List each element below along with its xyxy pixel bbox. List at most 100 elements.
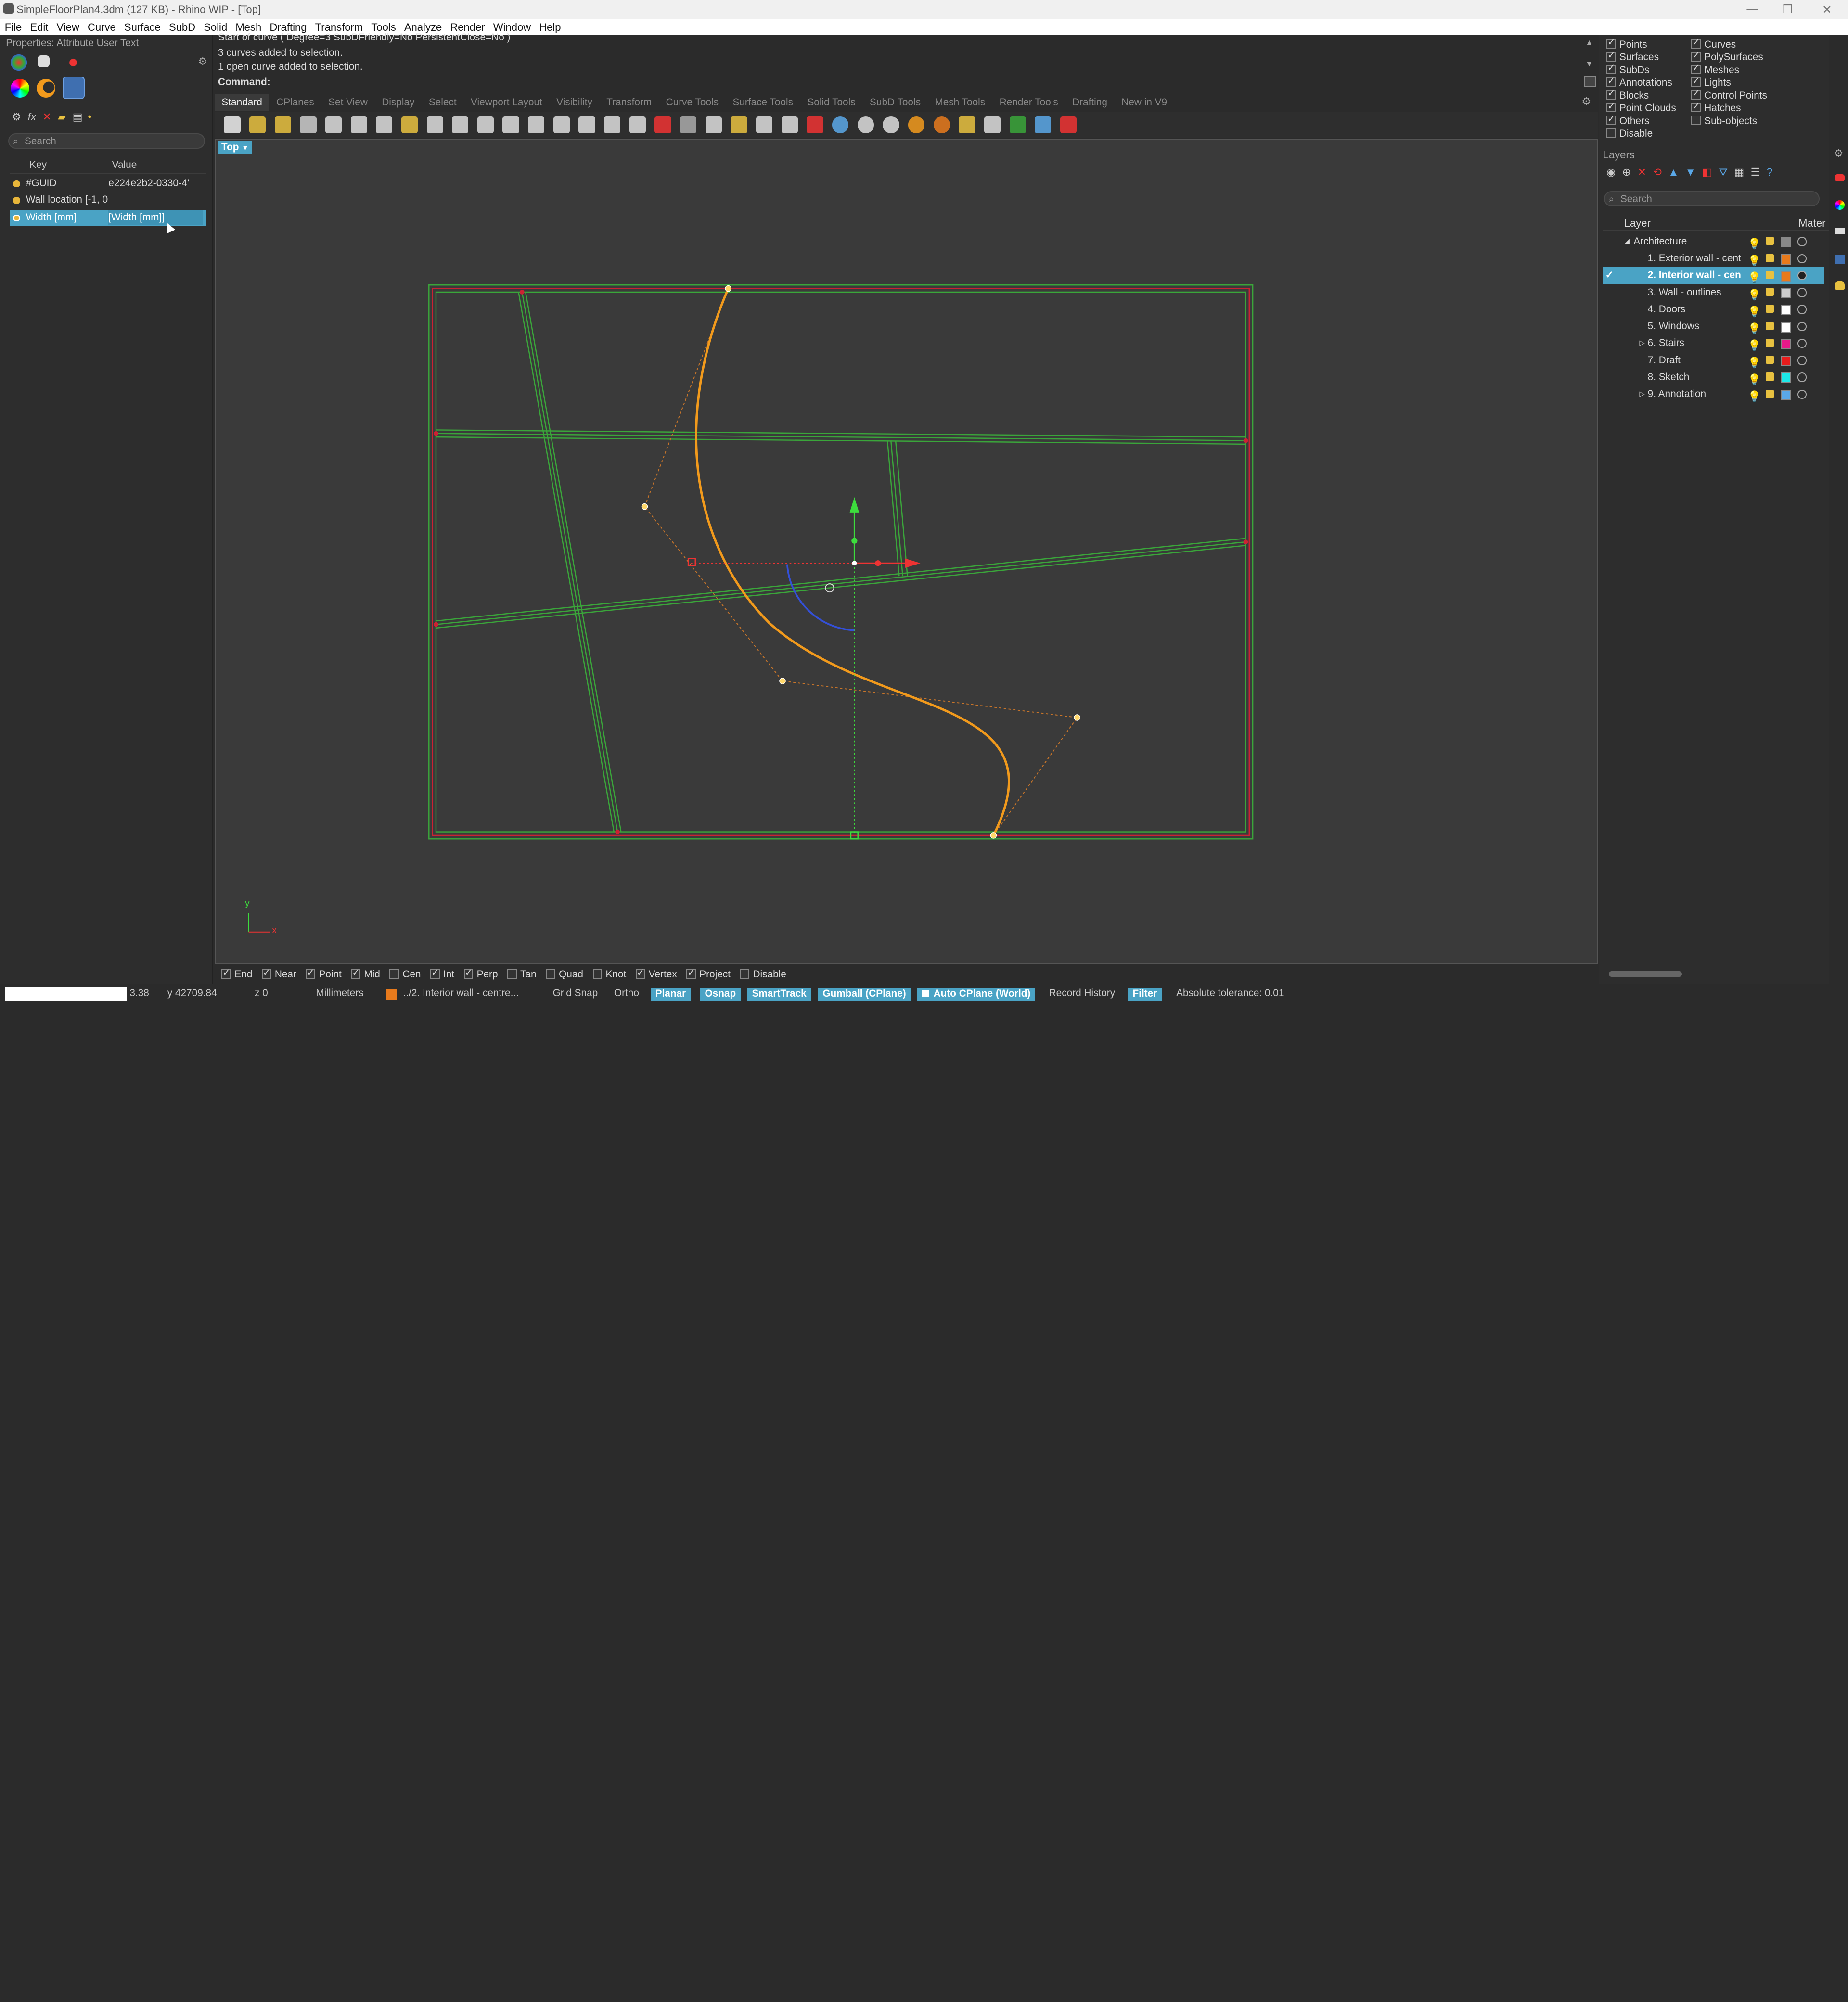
undo-icon[interactable] — [426, 116, 443, 133]
visibility-bulb-icon[interactable]: 💡 — [1748, 337, 1761, 354]
osnap-tan[interactable]: Tan — [500, 969, 537, 980]
visibility-bulb-icon[interactable]: 💡 — [1748, 270, 1761, 286]
units-field[interactable]: Millimeters — [316, 988, 363, 999]
checkbox-icon[interactable] — [306, 967, 316, 979]
render-tab-icon[interactable] — [64, 54, 81, 71]
checkbox-icon[interactable] — [1691, 116, 1701, 125]
auto-cplane-toggle[interactable]: Auto CPlane (World) — [917, 988, 1036, 1001]
history-scroll-up-icon[interactable]: ▲ — [1585, 38, 1593, 48]
tab-select[interactable]: Select — [422, 94, 463, 111]
expand-icon[interactable]: ◢ — [1624, 233, 1630, 250]
command-prompt[interactable]: Command: — [218, 77, 1573, 90]
notifications-icon[interactable] — [1835, 280, 1845, 290]
layer-color-swatch[interactable] — [1781, 389, 1792, 400]
menu-subd[interactable]: SubD — [164, 19, 199, 35]
material-circle-icon[interactable] — [1797, 288, 1807, 297]
column-layer[interactable]: Layer — [1624, 217, 1651, 230]
function-icon[interactable]: fx — [28, 111, 36, 123]
current-layer-check-icon[interactable]: ✓ — [1605, 267, 1614, 283]
menu-surface[interactable]: Surface — [119, 19, 164, 35]
grid-view-icon[interactable]: ▦ — [1734, 166, 1744, 178]
filter-subds[interactable]: SubDs — [1606, 62, 1649, 76]
tab-standard[interactable]: Standard — [214, 94, 270, 111]
layer-color-swatch[interactable] — [1781, 237, 1792, 248]
filter-control-points[interactable]: Control Points — [1691, 88, 1767, 102]
unlock-icon[interactable] — [1765, 305, 1774, 313]
filter-lights[interactable]: Lights — [1691, 75, 1731, 89]
filter-curves[interactable]: Curves — [1691, 37, 1736, 51]
visibility-bulb-icon[interactable]: 💡 — [1748, 355, 1761, 371]
row-value-editor[interactable]: [Width [mm]] — [108, 209, 203, 225]
named-views-icon[interactable] — [1835, 254, 1845, 264]
layer-color-swatch[interactable] — [1781, 338, 1792, 349]
car-icon[interactable] — [654, 116, 671, 133]
layer-color-swatch[interactable] — [1781, 356, 1792, 367]
delete-layer-icon[interactable]: ✕ — [1638, 166, 1646, 178]
filter-hatches[interactable]: Hatches — [1691, 101, 1741, 114]
osnap-disable[interactable]: Disable — [733, 969, 786, 980]
grid-snap-toggle[interactable]: Grid Snap — [553, 988, 598, 999]
menu-view[interactable]: View — [52, 19, 83, 35]
new-sublayer-icon[interactable]: ⊕ — [1622, 166, 1631, 178]
filter-polysurfaces[interactable]: PolySurfaces — [1691, 50, 1763, 63]
filter-sub-objects[interactable]: Sub-objects — [1691, 116, 1757, 127]
column-value[interactable]: Value — [112, 159, 137, 171]
tab-drafting[interactable]: Drafting — [1065, 94, 1114, 111]
rhino-icon[interactable] — [1060, 116, 1077, 133]
osnap-cen[interactable]: Cen — [383, 969, 421, 980]
osnap-point[interactable]: Point — [299, 967, 342, 980]
checkbox-icon[interactable] — [546, 969, 555, 979]
snap-point-icon[interactable] — [705, 116, 722, 133]
unlock-icon[interactable] — [1765, 356, 1774, 364]
filter-toggle[interactable]: Filter — [1128, 988, 1162, 1001]
new-layer-icon[interactable]: ◉ — [1606, 166, 1616, 178]
zoom-icon[interactable] — [502, 116, 519, 133]
visibility-bulb-icon[interactable]: 💡 — [1748, 253, 1761, 269]
layer-color-swatch[interactable] — [1781, 270, 1792, 282]
visibility-bulb-icon[interactable]: 💡 — [1748, 236, 1761, 252]
toolbar-settings-icon[interactable]: ⚙ — [1582, 95, 1591, 108]
render-icon[interactable] — [908, 116, 925, 133]
properties-search-input[interactable]: ⌕ Search — [8, 133, 205, 149]
copy-icon[interactable] — [376, 116, 393, 133]
layer-name[interactable]: 7. Draft — [1648, 352, 1742, 369]
layer-row[interactable]: 5. Windows 💡 — [1603, 318, 1824, 334]
unlock-icon[interactable] — [1765, 338, 1774, 347]
menu-edit[interactable]: Edit — [26, 19, 52, 35]
layer-name[interactable]: 5. Windows — [1648, 318, 1742, 334]
layer-row[interactable]: ◢ Architecture 💡 — [1603, 233, 1824, 250]
checkbox-icon[interactable] — [635, 967, 645, 979]
grasshopper-icon[interactable] — [1009, 116, 1026, 133]
osnap-vertex[interactable]: Vertex — [629, 967, 677, 980]
osnap-near[interactable]: Near — [255, 967, 296, 980]
visibility-bulb-icon[interactable]: 💡 — [1748, 304, 1761, 320]
light-icon[interactable] — [756, 116, 773, 133]
user-text-icon[interactable] — [62, 77, 85, 99]
folder-icon[interactable]: ▰ — [58, 111, 66, 123]
filter-others[interactable]: Others — [1606, 113, 1649, 127]
unlock-icon[interactable] — [1765, 372, 1774, 381]
checkbox-icon[interactable] — [1691, 75, 1701, 87]
filter-annotations[interactable]: Annotations — [1606, 75, 1672, 89]
lock-icon[interactable] — [781, 116, 798, 133]
shade-icon[interactable] — [857, 116, 874, 133]
visibility-bulb-icon[interactable]: 💡 — [1748, 372, 1761, 388]
menu-curve[interactable]: Curve — [83, 19, 119, 35]
checkbox-icon[interactable] — [221, 967, 231, 979]
column-material[interactable]: Mater — [1798, 217, 1825, 230]
osnap-knot[interactable]: Knot — [586, 969, 626, 980]
zoom-selected-icon[interactable] — [578, 116, 595, 133]
layer-name[interactable]: Architecture — [1633, 233, 1739, 250]
layer-row[interactable]: 8. Sketch 💡 — [1603, 369, 1824, 385]
list-view-icon[interactable]: ☰ — [1751, 166, 1760, 178]
layer-name[interactable]: 8. Sketch — [1648, 369, 1742, 385]
properties-tab-icon[interactable] — [11, 54, 27, 71]
osnap-mid[interactable]: Mid — [344, 967, 380, 980]
color-panel-icon[interactable] — [1835, 200, 1845, 210]
record-history-toggle[interactable]: Record History — [1049, 988, 1116, 999]
move-down-icon[interactable]: ▼ — [1685, 166, 1696, 178]
close-icon[interactable]: ✕ — [1822, 2, 1832, 17]
filter-meshes[interactable]: Meshes — [1691, 62, 1739, 76]
filter-points[interactable]: Points — [1606, 37, 1647, 51]
sphere-icon[interactable] — [883, 116, 899, 133]
